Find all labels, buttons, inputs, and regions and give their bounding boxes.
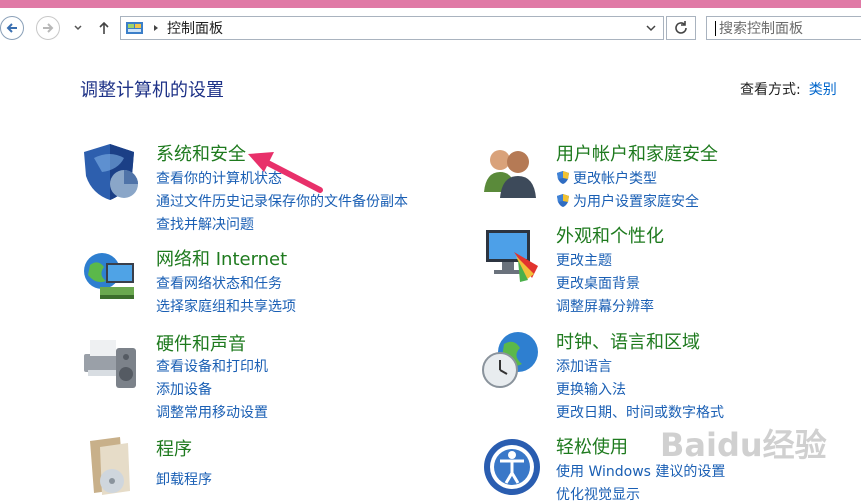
link-family-safety[interactable]: 为用户设置家庭安全 [556,191,699,211]
monitor-palette-icon [486,230,538,282]
shield-security-icon [84,144,138,200]
breadcrumb-control-panel[interactable]: 控制面板 [167,18,223,38]
category-title[interactable]: 网络和 Internet [156,245,287,271]
control-panel-icon [126,22,143,34]
search-input[interactable]: 搜索控制面板 [706,16,861,40]
category-title[interactable]: 外观和个性化 [556,222,664,248]
recent-pages-dropdown[interactable] [72,20,84,40]
link-add-language[interactable]: 添加语言 [556,356,612,376]
back-arrow-icon [6,23,17,33]
back-button[interactable] [0,16,24,40]
up-button[interactable] [96,20,112,40]
view-by-label: 查看方式: [740,82,801,98]
category-title[interactable]: 系统和安全 [156,140,246,166]
link-text: 更改帐户类型 [573,171,657,187]
link-network-status[interactable]: 查看网络状态和任务 [156,273,282,293]
printer-speaker-icon [84,340,136,388]
link-text: 为用户设置家庭安全 [573,194,699,210]
category-title[interactable]: 硬件和声音 [156,330,246,356]
breadcrumb-chevron-icon [154,25,158,31]
clock-globe-icon [482,332,538,388]
baidu-watermark: Baidu经验 [660,426,827,464]
view-by-dropdown[interactable]: 类别 [809,82,837,98]
link-change-theme[interactable]: 更改主题 [556,250,612,270]
window-top-strip [0,0,861,8]
search-placeholder: 搜索控制面板 [719,21,803,37]
programs-box-icon [90,437,130,495]
chevron-down-icon [74,25,82,31]
page-title: 调整计算机的设置 [80,80,224,101]
annotation-arrow-icon [248,152,323,193]
address-bar[interactable]: 控制面板 [120,16,664,40]
link-change-account-type[interactable]: 更改帐户类型 [556,168,657,188]
link-optimize-visual-display[interactable]: 优化视觉显示 [556,484,640,504]
link-desktop-background[interactable]: 更改桌面背景 [556,273,640,293]
up-arrow-icon [99,21,109,34]
forward-button[interactable] [36,16,60,40]
category-title[interactable]: 用户帐户和家庭安全 [556,140,718,166]
network-globe-icon [84,253,134,299]
refresh-icon [675,21,687,34]
ease-of-access-icon [484,439,540,495]
uac-shield-icon [557,194,569,207]
users-icon [484,150,536,198]
uac-shield-icon [557,171,569,184]
link-date-time-format[interactable]: 更改日期、时间或数字格式 [556,402,724,422]
text-caret [715,20,716,36]
link-change-input-method[interactable]: 更换输入法 [556,379,626,399]
navigation-bar: 控制面板 搜索控制面板 [0,8,861,48]
link-add-device[interactable]: 添加设备 [156,379,212,399]
chevron-down-icon[interactable] [645,22,657,34]
link-troubleshoot[interactable]: 查找并解决问题 [156,214,254,234]
link-mobility-settings[interactable]: 调整常用移动设置 [156,402,268,422]
refresh-button[interactable] [666,16,696,40]
category-title[interactable]: 时钟、语言和区域 [556,328,700,354]
link-uninstall-program[interactable]: 卸载程序 [156,469,212,489]
link-screen-resolution[interactable]: 调整屏幕分辨率 [556,296,654,316]
view-by: 查看方式: 类别 [740,79,837,99]
category-title[interactable]: 程序 [156,435,192,461]
link-devices-printers[interactable]: 查看设备和打印机 [156,356,268,376]
link-homegroup-sharing[interactable]: 选择家庭组和共享选项 [156,296,296,316]
forward-arrow-icon [43,23,54,33]
category-title[interactable]: 轻松使用 [556,433,628,459]
